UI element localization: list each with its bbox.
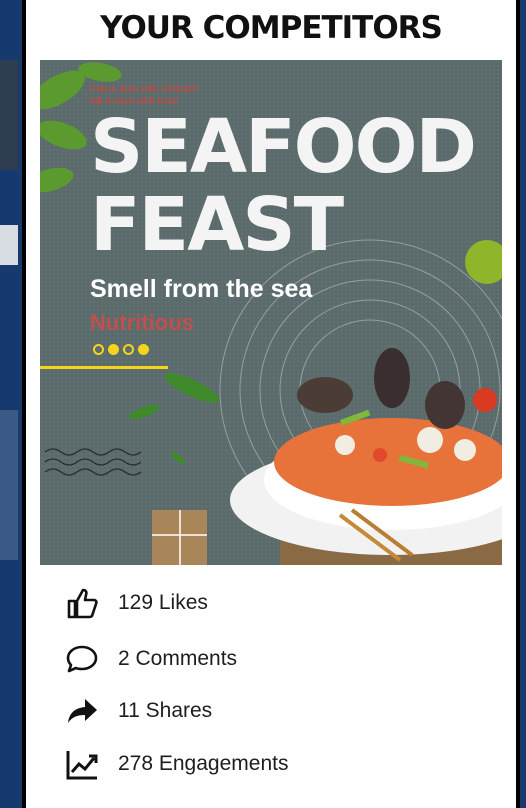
carousel-dot-active	[138, 344, 149, 355]
post-image[interactable]: Fall in love with Vietnam fall in love w…	[40, 60, 502, 565]
trending-chart-icon	[62, 746, 102, 782]
accent-line	[40, 366, 168, 369]
competitor-card: YOUR COMPETITORS Fall in love with Vietn…	[22, 0, 520, 808]
poster-subtitle: Smell from the sea	[90, 275, 313, 303]
comments-count: 2 Comments	[118, 647, 238, 670]
background-image-fragment	[0, 410, 18, 560]
card-title: YOUR COMPETITORS	[100, 10, 443, 46]
poster-headline: SEAFOOD	[90, 104, 477, 190]
engagements-stat: 278 Engagements	[62, 746, 362, 782]
likes-count: 129 Likes	[118, 591, 208, 614]
shares-stat: 11 Shares	[62, 693, 362, 729]
background-strip	[0, 0, 18, 808]
carousel-dot-active	[108, 344, 119, 355]
poster-headline: FEAST	[90, 182, 344, 268]
background-image-fragment	[0, 225, 18, 265]
share-arrow-icon	[62, 693, 102, 729]
thumbs-up-icon	[62, 585, 102, 621]
shares-count: 11 Shares	[118, 699, 213, 722]
carousel-dot	[93, 344, 104, 355]
carousel-dots	[93, 344, 149, 355]
background-image-fragment	[0, 60, 18, 170]
comment-bubble-icon	[62, 641, 102, 677]
poster-accent-text: Nutritious	[90, 310, 194, 335]
poster-tagline: Fall in love with Vietnam	[90, 84, 198, 95]
engagements-count: 278 Engagements	[118, 752, 289, 775]
carousel-dot	[123, 344, 134, 355]
likes-stat: 129 Likes	[62, 585, 362, 621]
comments-stat: 2 Comments	[62, 641, 362, 677]
